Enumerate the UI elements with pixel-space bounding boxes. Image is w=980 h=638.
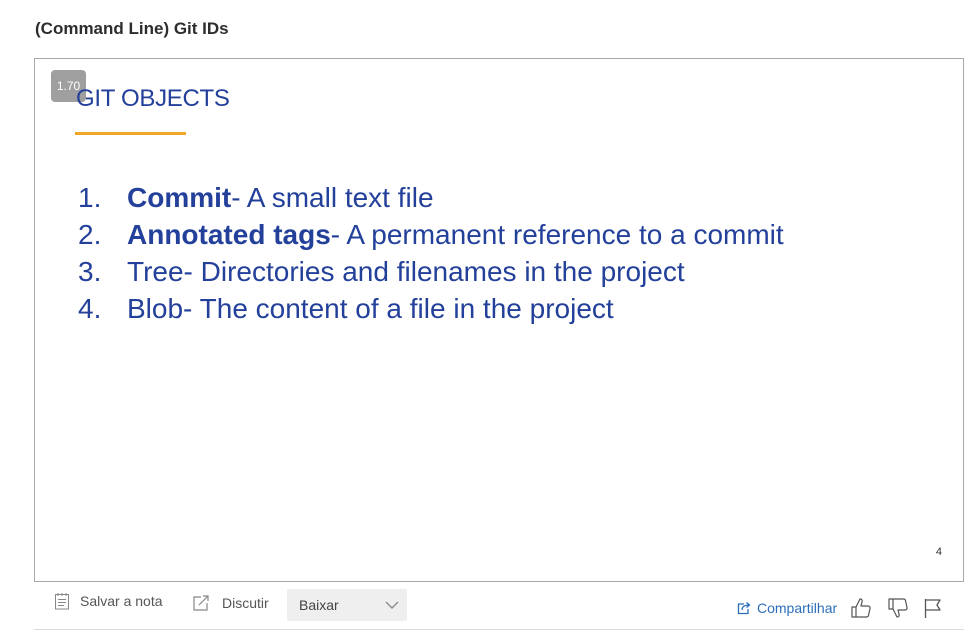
slide-heading: GIT OBJECTS: [76, 85, 230, 112]
share-icon: [737, 602, 751, 615]
discuss-button[interactable]: Discutir: [192, 594, 269, 612]
share-button[interactable]: Compartilhar: [737, 600, 837, 616]
list-item: 3. Tree- Directories and filenames in the…: [78, 253, 784, 290]
list-item-term: Commit: [127, 182, 232, 213]
save-note-button[interactable]: Salvar a nota: [54, 592, 163, 610]
page-title: (Command Line) Git IDs: [35, 19, 229, 38]
download-dropdown[interactable]: Baixar: [287, 589, 407, 621]
external-link-icon: [193, 595, 209, 611]
list-item-text: - A permanent reference to a commit: [330, 219, 784, 250]
list-item: 1. Commit- A small text file: [78, 179, 784, 216]
list-item: 2. Annotated tags- A permanent reference …: [78, 216, 784, 253]
thumbs-down-icon[interactable]: [887, 597, 909, 619]
list-item-number: 2.: [78, 219, 102, 250]
discuss-label: Discutir: [222, 595, 269, 611]
slide-viewer: 1.70 GIT OBJECTS 1. Commit- A small text …: [34, 58, 964, 582]
slide-number: 4: [935, 546, 942, 558]
flag-icon[interactable]: [923, 597, 943, 619]
list-item-number: 1.: [78, 182, 102, 213]
list-item-text: Tree- Directories and filenames in the p…: [127, 256, 685, 287]
download-label: Baixar: [299, 597, 339, 613]
list-item-number: 4.: [78, 293, 102, 324]
list-item-text: Blob- The content of a file in the proje…: [127, 293, 614, 324]
share-label: Compartilhar: [757, 600, 838, 616]
list-item-term: Annotated tags: [127, 219, 331, 250]
notepad-icon: [55, 593, 69, 610]
chevron-down-icon: [385, 601, 399, 609]
save-note-label: Salvar a nota: [80, 593, 163, 609]
slide-list: 1. Commit- A small text file 2. Annotated …: [78, 179, 784, 327]
list-item: 4. Blob- The content of a file in the pro…: [78, 290, 784, 327]
thumbs-up-icon[interactable]: [850, 597, 872, 619]
list-item-text: - A small text file: [231, 182, 434, 213]
list-item-number: 3.: [78, 256, 102, 287]
toolbar-divider: [34, 629, 964, 630]
heading-underline: [75, 132, 186, 135]
